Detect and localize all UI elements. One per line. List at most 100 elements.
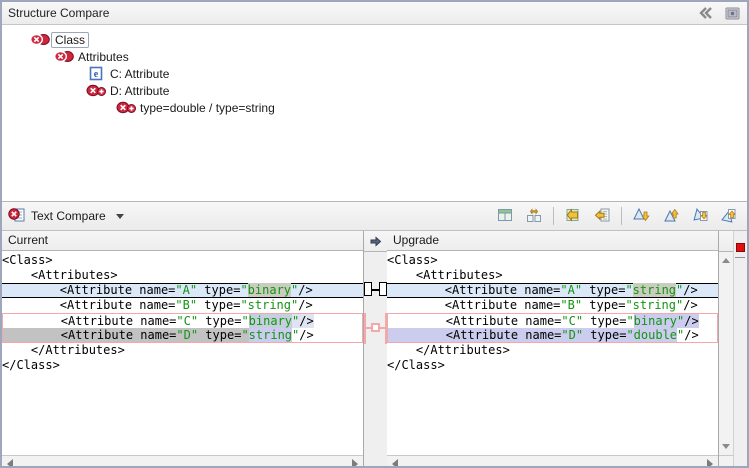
- code-text: ": [625, 283, 632, 297]
- previous-change-button[interactable]: [715, 204, 741, 228]
- copy-all-right-to-left-button[interactable]: [560, 204, 586, 228]
- code-line[interactable]: </Attributes>: [387, 343, 718, 358]
- code-line[interactable]: <Attribute name="A" type="string"/>: [387, 283, 718, 298]
- next-change-button[interactable]: [686, 204, 712, 228]
- code-text: </Attributes>: [387, 343, 510, 357]
- conflict-icon: [30, 33, 50, 47]
- left-pane: Current <Class> <Attributes> <Attribute …: [2, 231, 364, 468]
- view-menu-icon[interactable]: [723, 5, 741, 21]
- text-compare-viewer-menu[interactable]: Text Compare: [8, 207, 124, 225]
- code-text: type=: [197, 283, 240, 297]
- code-text: ": [240, 283, 247, 297]
- tree-item-d-attribute[interactable]: D: Attribute: [2, 82, 747, 99]
- copy-change-right-to-left-button[interactable]: [589, 204, 615, 228]
- next-difference-button[interactable]: [628, 204, 654, 228]
- vertical-scrollbar-header: [719, 231, 733, 252]
- selected-diff-right-cap[interactable]: [379, 282, 387, 296]
- collapse-all-icon[interactable]: [697, 5, 715, 21]
- right-pane-content[interactable]: <Class> <Attributes> <Attribute name="A"…: [387, 251, 718, 455]
- compare-body: Current <Class> <Attributes> <Attribute …: [2, 231, 747, 468]
- structure-compare-header: Structure Compare: [2, 2, 747, 25]
- toolbar-separator: [621, 207, 622, 225]
- code-line[interactable]: <Attribute name="A" type="binary"/>: [2, 283, 363, 298]
- code-text: type=: [198, 314, 241, 328]
- scroll-right-icon[interactable]: [352, 459, 358, 468]
- tree-item-type-double-type-string[interactable]: type=double / type=string: [2, 99, 747, 116]
- code-text: </Attributes>: [2, 343, 125, 357]
- copy-direction-arrow-icon[interactable]: [369, 236, 382, 247]
- overview-conflict-marker[interactable]: [736, 243, 745, 252]
- overview-divider: [735, 257, 745, 258]
- tree-item-c-attribute[interactable]: eC: Attribute: [2, 65, 747, 82]
- code-text: type=: [582, 283, 625, 297]
- code-text: </Class>: [2, 358, 60, 372]
- chevron-down-icon: [116, 214, 124, 219]
- scroll-left-icon[interactable]: [7, 459, 13, 468]
- next-change-icon: [691, 207, 708, 226]
- code-line[interactable]: <Attributes>: [387, 268, 718, 283]
- code-line[interactable]: <Attribute name="C" type="binary"/>: [387, 313, 718, 328]
- code-text: />: [298, 298, 312, 312]
- code-line[interactable]: </Class>: [2, 358, 363, 373]
- tree-item-label: type=double / type=string: [140, 101, 275, 115]
- previous-difference-button[interactable]: [657, 204, 683, 228]
- two-pane-layout-button[interactable]: [492, 204, 518, 228]
- diff-token: string: [249, 328, 292, 342]
- scroll-right-icon[interactable]: [707, 459, 713, 468]
- diff-token: ": [241, 328, 248, 342]
- tree-item-attributes[interactable]: Attributes: [2, 48, 747, 65]
- next-difference-icon: [633, 207, 650, 226]
- diff-gutter: [364, 231, 387, 468]
- left-horizontal-scrollbar[interactable]: [2, 455, 363, 468]
- code-line[interactable]: </Attributes>: [2, 343, 363, 358]
- text-compare-header: Text Compare: [2, 202, 747, 231]
- conflict-connector-handle[interactable]: [371, 323, 380, 332]
- code-line[interactable]: <Attribute name="B" type="string"/>: [2, 298, 363, 313]
- code-text: <Attribute name=: [387, 298, 560, 312]
- code-line[interactable]: <Class>: [2, 253, 363, 268]
- code-text: />: [683, 298, 697, 312]
- swap-panes-button[interactable]: [521, 204, 547, 228]
- text-compare-icon: [8, 207, 25, 225]
- code-line[interactable]: </Class>: [387, 358, 718, 373]
- code-line[interactable]: <Attribute name="C" type="binary"/>: [2, 313, 363, 328]
- tree-item-label: D: Attribute: [110, 84, 169, 98]
- scroll-left-icon[interactable]: [392, 459, 398, 468]
- structure-compare-tree: Class Attributes eC: Attribute D: Attrib…: [2, 25, 747, 202]
- code-text: <Attribute name=: [3, 314, 176, 328]
- tree-item-label: Class: [51, 32, 89, 48]
- tree-item-class[interactable]: Class: [2, 31, 747, 48]
- structure-compare-actions: [697, 5, 741, 21]
- code-text: "B": [175, 298, 197, 312]
- code-line[interactable]: <Attribute name="D" type="string"/>: [2, 328, 363, 343]
- previous-change-icon: [720, 207, 737, 226]
- diff-token: type=: [198, 328, 241, 342]
- right-horizontal-scrollbar[interactable]: [387, 455, 718, 468]
- diff-token: <Attribute name=: [388, 328, 561, 342]
- code-text: />: [683, 283, 697, 297]
- code-line[interactable]: <Attribute name="B" type="string"/>: [387, 298, 718, 313]
- code-text: <Class>: [387, 253, 438, 267]
- overview-ruler: [734, 231, 747, 468]
- left-pane-content[interactable]: <Class> <Attributes> <Attribute name="A"…: [2, 251, 363, 455]
- svg-text:e: e: [94, 69, 99, 80]
- scroll-down-icon[interactable]: [722, 444, 730, 449]
- diff-token: />: [299, 314, 313, 328]
- code-text: "C": [561, 314, 583, 328]
- previous-difference-icon: [662, 207, 679, 226]
- code-text: ": [241, 314, 248, 328]
- conflict-icon: [54, 50, 74, 64]
- vertical-scrollbar[interactable]: [719, 231, 734, 468]
- diff-token: "D": [561, 328, 583, 342]
- scroll-up-icon[interactable]: [722, 258, 730, 263]
- code-line[interactable]: <Attribute name="D" type="double"/>: [387, 328, 718, 343]
- code-text: "A": [560, 283, 582, 297]
- copy-change-right-to-left-icon: [594, 207, 610, 226]
- code-text: "string": [625, 298, 683, 312]
- diff-token: "D": [176, 328, 198, 342]
- code-text: "B": [560, 298, 582, 312]
- code-line[interactable]: <Attributes>: [2, 268, 363, 283]
- code-line[interactable]: <Class>: [387, 253, 718, 268]
- right-pane: Upgrade <Class> <Attributes> <Attribute …: [387, 231, 719, 468]
- two-pane-layout-icon: [497, 207, 513, 226]
